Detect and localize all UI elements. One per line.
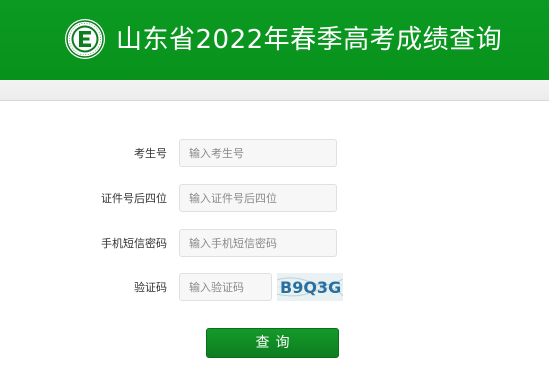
sms-code-row: 手机短信密码 [0,229,549,259]
exam-number-row: 考生号 [0,139,549,169]
sms-code-input[interactable] [179,229,337,257]
header-bar: 山东省2022年春季高考成绩查询 [0,0,549,80]
id-last4-label: 证件号后四位 [101,192,167,205]
id-last4-input[interactable] [179,184,337,212]
divider-bar [0,80,549,101]
captcha-image[interactable]: B9Q3G [277,273,343,301]
exam-number-label: 考生号 [134,147,167,160]
captcha-input[interactable] [179,273,272,301]
exam-authority-seal-icon [65,19,105,59]
sms-code-label: 手机短信密码 [101,237,167,250]
captcha-label: 验证码 [134,281,167,294]
page-title: 山东省2022年春季高考成绩查询 [116,25,503,55]
captcha-row: 验证码 B9Q3G [0,273,549,303]
id-last4-row: 证件号后四位 [0,184,549,214]
exam-number-input[interactable] [179,139,337,167]
captcha-text: B9Q3G [280,278,341,297]
query-button[interactable]: 查询 [206,328,339,358]
